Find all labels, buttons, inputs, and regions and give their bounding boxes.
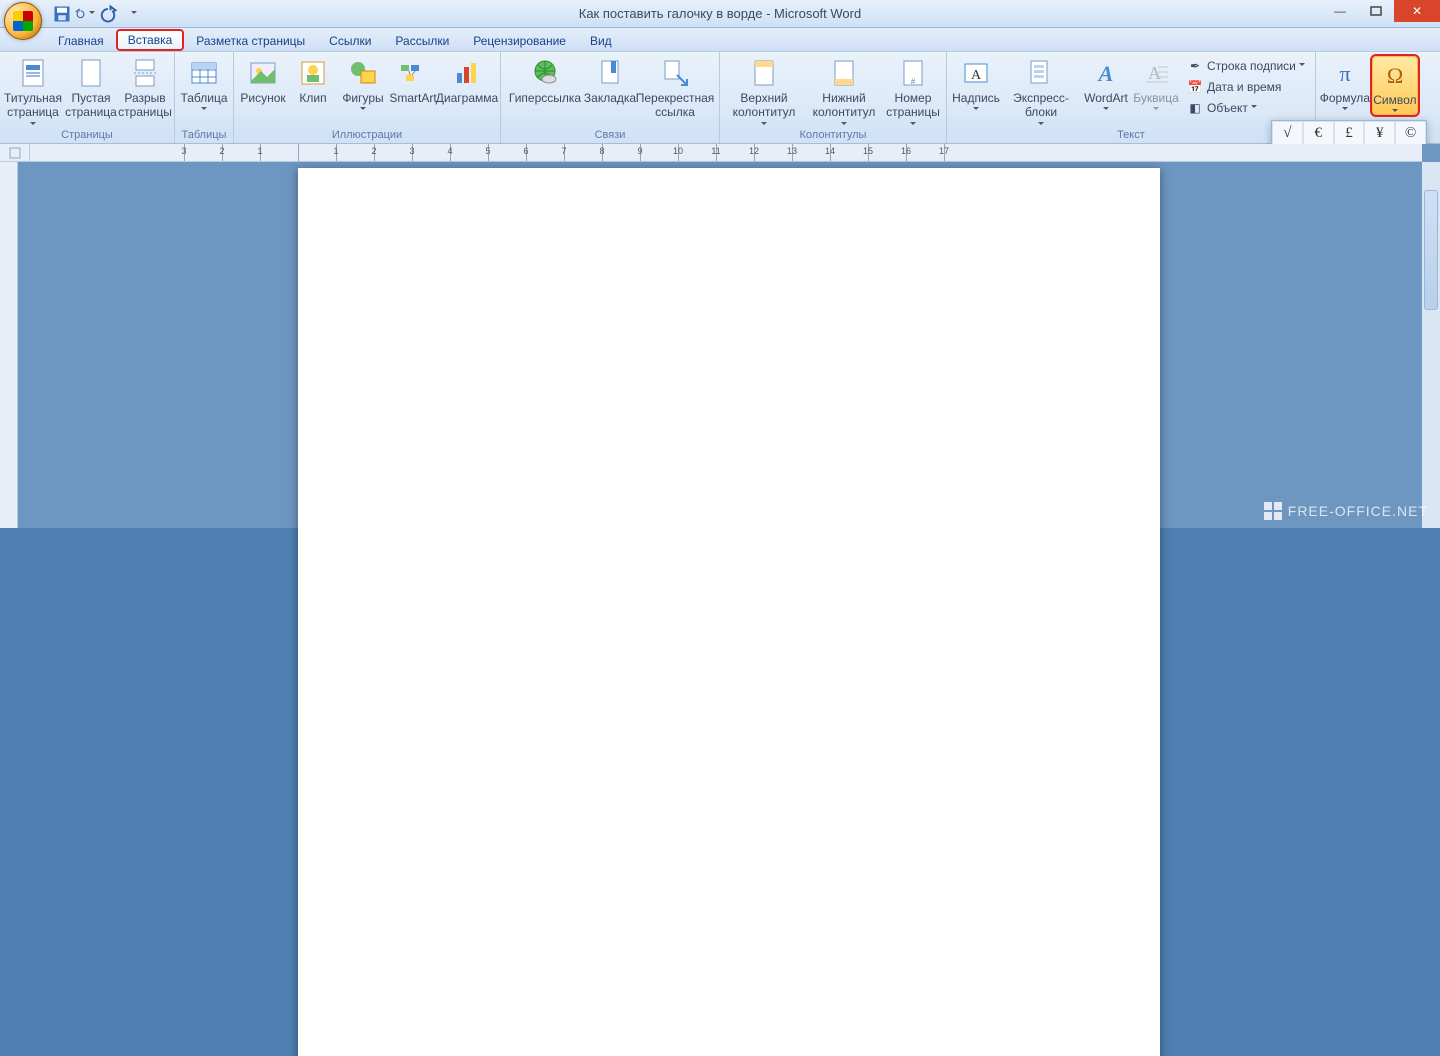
equation-icon: π xyxy=(1329,57,1361,89)
document-page[interactable] xyxy=(298,168,1160,1056)
ribbon: Титульная страница Пустая страница Разры… xyxy=(0,52,1440,144)
wordart-button[interactable]: A WordArt xyxy=(1081,54,1131,113)
svg-text:Ω: Ω xyxy=(1387,63,1403,88)
object-icon: ◧ xyxy=(1187,100,1203,116)
tab-insert[interactable]: Вставка xyxy=(116,29,185,51)
tab-review[interactable]: Рецензирование xyxy=(461,31,578,51)
page-number-button[interactable]: # Номер страницы xyxy=(884,54,942,128)
group-illustrations: Рисунок Клип Фигуры SmartArt Диаграмма И… xyxy=(234,52,501,143)
window-title: Как поставить галочку в ворде - Microsof… xyxy=(0,6,1440,21)
picture-icon xyxy=(247,57,279,89)
object-button[interactable]: ◧Объект xyxy=(1184,98,1308,118)
quick-parts-button[interactable]: Экспресс-блоки xyxy=(1001,54,1081,128)
clipart-icon xyxy=(297,57,329,89)
minimize-button[interactable]: — xyxy=(1322,0,1358,22)
tab-page-layout[interactable]: Разметка страницы xyxy=(184,31,317,51)
symbol-cell[interactable]: € xyxy=(1303,121,1334,145)
header-icon xyxy=(748,57,780,89)
cover-page-button[interactable]: Титульная страница xyxy=(4,54,62,128)
group-text: A Надпись Экспресс-блоки A WordArt A Бук… xyxy=(947,52,1316,143)
hyperlink-icon xyxy=(529,57,561,89)
chart-button[interactable]: Диаграмма xyxy=(438,54,496,105)
shapes-icon xyxy=(347,57,379,89)
redo-icon[interactable] xyxy=(98,4,118,24)
quick-parts-icon xyxy=(1025,57,1057,89)
horizontal-ruler[interactable]: 3211234567891011121314151617 xyxy=(30,144,1422,162)
bookmark-button[interactable]: Закладка xyxy=(585,54,635,105)
symbol-cell[interactable]: £ xyxy=(1334,121,1365,145)
header-button[interactable]: Верхний колонтитул xyxy=(724,54,804,128)
office-logo-icon xyxy=(13,11,33,31)
undo-icon[interactable] xyxy=(75,4,95,24)
tab-home[interactable]: Главная xyxy=(46,31,116,51)
signature-icon: ✒ xyxy=(1187,58,1203,74)
clipart-button[interactable]: Клип xyxy=(288,54,338,105)
date-time-button[interactable]: 📅Дата и время xyxy=(1184,77,1308,97)
ruler-corner[interactable] xyxy=(0,144,30,162)
dropcap-button[interactable]: A Буквица xyxy=(1131,54,1181,113)
equation-button[interactable]: π Формула xyxy=(1320,54,1370,113)
tab-mailings[interactable]: Рассылки xyxy=(383,31,461,51)
group-pages: Титульная страница Пустая страница Разры… xyxy=(0,52,175,143)
shapes-button[interactable]: Фигуры xyxy=(338,54,388,113)
vertical-scrollbar-thumb[interactable] xyxy=(1424,190,1438,310)
save-icon[interactable] xyxy=(52,4,72,24)
datetime-icon: 📅 xyxy=(1187,79,1203,95)
page-break-button[interactable]: Разрыв страницы xyxy=(120,54,170,120)
cover-page-icon xyxy=(17,57,49,89)
window-controls: — ✕ xyxy=(1322,0,1440,22)
wordart-icon: A xyxy=(1090,57,1122,89)
hyperlink-button[interactable]: Гиперссылка xyxy=(505,54,585,105)
office-button[interactable] xyxy=(4,2,42,40)
blank-page-button[interactable]: Пустая страница xyxy=(62,54,120,120)
workspace: 3211234567891011121314151617 FREE-OFFICE… xyxy=(0,144,1440,528)
symbol-button[interactable]: Ω Символ xyxy=(1370,54,1420,117)
close-button[interactable]: ✕ xyxy=(1394,0,1440,22)
windows-icon xyxy=(1264,502,1282,520)
dropcap-icon: A xyxy=(1140,57,1172,89)
blank-page-icon xyxy=(75,57,107,89)
textbox-icon: A xyxy=(960,57,992,89)
group-tables: Таблица Таблицы xyxy=(175,52,234,143)
bookmark-icon xyxy=(594,57,626,89)
svg-text:A: A xyxy=(971,68,982,83)
signature-line-button[interactable]: ✒Строка подписи xyxy=(1184,56,1308,76)
page-number-icon: # xyxy=(897,57,929,89)
table-icon xyxy=(188,57,220,89)
titlebar: Как поставить галочку в ворде - Microsof… xyxy=(0,0,1440,28)
symbol-cell[interactable]: ¥ xyxy=(1364,121,1395,145)
chart-icon xyxy=(451,57,483,89)
page-break-icon xyxy=(129,57,161,89)
group-header-footer: Верхний колонтитул Нижний колонтитул # Н… xyxy=(720,52,947,143)
ribbon-tabs: Главная Вставка Разметка страницы Ссылки… xyxy=(0,28,1440,52)
symbol-cell[interactable]: √ xyxy=(1272,121,1303,145)
footer-button[interactable]: Нижний колонтитул xyxy=(804,54,884,128)
quick-access-toolbar xyxy=(52,4,141,24)
watermark: FREE-OFFICE.NET xyxy=(1264,502,1428,520)
svg-text:π: π xyxy=(1339,61,1350,86)
svg-text:A: A xyxy=(1097,61,1114,86)
textbox-button[interactable]: A Надпись xyxy=(951,54,1001,113)
svg-text:#: # xyxy=(911,77,916,86)
smartart-button[interactable]: SmartArt xyxy=(388,54,438,105)
symbol-icon: Ω xyxy=(1379,59,1411,91)
tab-references[interactable]: Ссылки xyxy=(317,31,383,51)
smartart-icon xyxy=(397,57,429,89)
cross-reference-icon xyxy=(659,57,691,89)
maximize-button[interactable] xyxy=(1358,0,1394,22)
group-links: Гиперссылка Закладка Перекрестная ссылка… xyxy=(501,52,720,143)
tab-view[interactable]: Вид xyxy=(578,31,624,51)
vertical-scrollbar-track[interactable] xyxy=(1422,162,1440,528)
vertical-ruler[interactable] xyxy=(0,162,18,528)
qat-customize-icon[interactable] xyxy=(121,4,141,24)
cross-reference-button[interactable]: Перекрестная ссылка xyxy=(635,54,715,120)
svg-text:A: A xyxy=(1148,63,1161,83)
symbol-cell[interactable]: © xyxy=(1395,121,1426,145)
picture-button[interactable]: Рисунок xyxy=(238,54,288,105)
table-button[interactable]: Таблица xyxy=(179,54,229,113)
footer-icon xyxy=(828,57,860,89)
